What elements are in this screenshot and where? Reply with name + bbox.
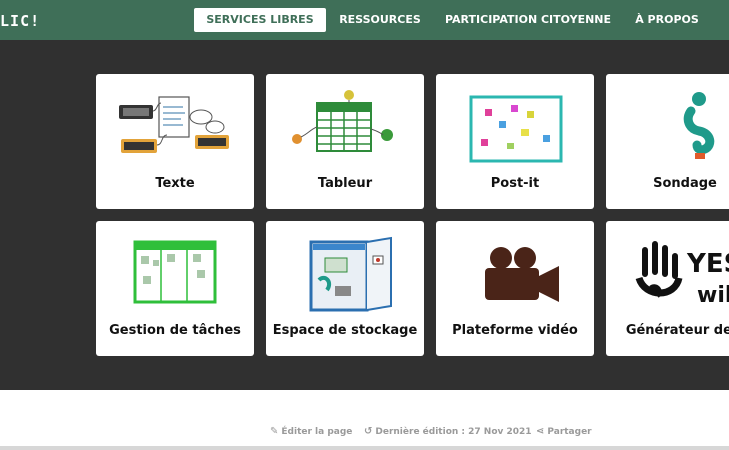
- svg-text:YES: YES: [686, 249, 729, 279]
- pencil-icon: ✎: [270, 426, 279, 437]
- share-icon: ⋖: [536, 426, 545, 437]
- svg-text:wiki: wiki: [697, 283, 729, 308]
- last-edit-link[interactable]: ↺ Dernière édition : 27 Nov 2021: [364, 426, 532, 437]
- nav-a-propos[interactable]: À PROPOS: [628, 8, 706, 32]
- service-label-sondage: Sondage: [653, 176, 717, 191]
- service-label-texte: Texte: [155, 176, 195, 191]
- service-card-tableur[interactable]: Tableur: [266, 74, 424, 209]
- service-label-tableur: Tableur: [317, 176, 373, 191]
- service-label-plateforme-video: Plateforme vidéo: [452, 323, 578, 338]
- video-camera-icon: [436, 233, 594, 318]
- service-card-post-it[interactable]: Post-it: [436, 74, 594, 209]
- service-label-generateur: Générateur de s: [625, 323, 729, 338]
- site-brand[interactable]: CLIC!: [0, 12, 40, 30]
- service-label-espace-stockage: Espace de stockage: [272, 323, 418, 338]
- page-footer: ✎ Éditer la page ↺ Dernière édition : 27 N…: [0, 390, 729, 446]
- service-label-post-it: Post-it: [490, 176, 540, 191]
- kanban-board-icon: [96, 233, 254, 318]
- service-card-plateforme-video[interactable]: Plateforme vidéo: [436, 221, 594, 356]
- nav-ressources[interactable]: RESSOURCES: [334, 8, 426, 32]
- question-person-icon: [606, 86, 729, 171]
- services-grid: Texte Tableur Post-it Sondage Gestion de…: [0, 40, 729, 390]
- service-card-texte[interactable]: Texte: [96, 74, 254, 209]
- edit-page-label: Éditer la page: [281, 427, 353, 437]
- service-card-espace-stockage[interactable]: Espace de stockage: [266, 221, 424, 356]
- share-label: Partager: [547, 427, 592, 437]
- post-it-board-icon: [436, 86, 594, 171]
- service-card-sondage[interactable]: Sondage: [606, 74, 729, 209]
- service-card-gestion-taches[interactable]: Gestion de tâches: [96, 221, 254, 356]
- history-icon: ↺: [364, 426, 373, 437]
- top-navigation-bar: CLIC! SERVICES LIBRES RESSOURCES PARTICI…: [0, 0, 729, 40]
- nav-participation-citoyenne[interactable]: PARTICIPATION CITOYENNE: [440, 8, 616, 32]
- edit-page-link[interactable]: ✎ Éditer la page: [270, 426, 352, 437]
- keyboards-chat-icon: [96, 86, 254, 171]
- service-label-gestion-taches: Gestion de tâches: [109, 323, 241, 338]
- service-card-generateur[interactable]: YES wiki Générateur de s: [606, 221, 729, 356]
- last-edit-label: Dernière édition : 27 Nov 2021: [375, 427, 532, 437]
- storage-cabinet-icon: [266, 233, 424, 318]
- bottom-divider: [0, 446, 729, 450]
- nav-services-libres[interactable]: SERVICES LIBRES: [194, 8, 326, 32]
- share-link[interactable]: ⋖ Partager: [536, 426, 592, 437]
- spreadsheet-icon: [266, 86, 424, 171]
- yeswiki-logo: YES wiki: [606, 233, 729, 318]
